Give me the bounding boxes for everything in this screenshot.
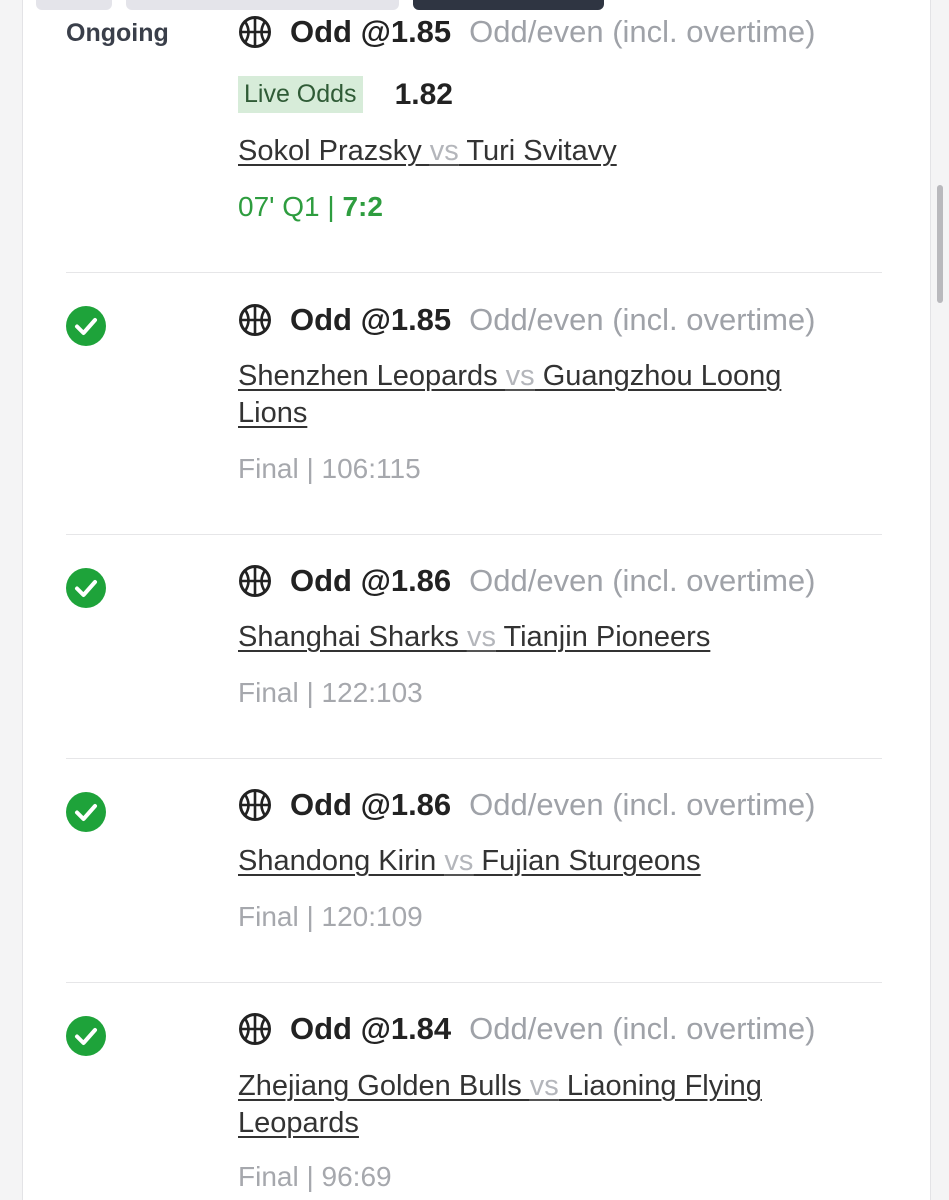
away-team[interactable]: Tianjin Pioneers	[496, 621, 710, 653]
market-name: Odd/even (incl. overtime)	[469, 14, 816, 49]
market-name: Odd/even (incl. overtime)	[469, 1011, 816, 1046]
check-circle-icon	[66, 568, 106, 608]
bet-row: Odd @1.86 Odd/even (incl. overtime) Shan…	[66, 535, 882, 758]
scrollbar-thumb[interactable]	[937, 185, 943, 303]
bet-header: Odd @1.86 Odd/even (incl. overtime)	[238, 787, 815, 823]
home-team[interactable]: Shandong Kirin	[238, 845, 444, 877]
odd-value: Odd @1.84	[290, 1011, 452, 1046]
live-score: 07' Q1 | 7:2	[238, 191, 383, 223]
home-team[interactable]: Shanghai Sharks	[238, 621, 467, 653]
market-name: Odd/even (incl. overtime)	[469, 302, 816, 337]
match-link[interactable]: Shanghai Sharks vs Tianjin Pioneers	[238, 619, 798, 656]
live-score-value: 7:2	[342, 191, 383, 222]
bet-row: Odd @1.85 Odd/even (incl. overtime) Shen…	[66, 273, 882, 534]
check-circle-icon	[66, 1016, 106, 1056]
bet-header: Odd @1.85 Odd/even (incl. overtime)	[238, 302, 815, 338]
basketball-icon	[239, 789, 271, 821]
match-link[interactable]: Shandong Kirin vs Fujian Sturgeons	[238, 843, 798, 880]
match-link[interactable]: Sokol Prazsky vs Turi Svitavy	[238, 133, 798, 170]
vs-separator: vs	[429, 135, 459, 167]
match-link[interactable]: Shenzhen Leopards vs Guangzhou Loong Lio…	[238, 358, 798, 432]
final-score: Final | 122:103	[238, 677, 423, 708]
odd-value: Odd @1.86	[290, 787, 452, 822]
scroll-track[interactable]	[930, 0, 949, 1200]
bet-header: Odd @1.86 Odd/even (incl. overtime)	[238, 563, 815, 599]
basketball-icon	[239, 1013, 271, 1045]
live-odds-row: Live Odds 1.82	[238, 76, 453, 113]
basketball-icon	[239, 304, 271, 336]
odd-value: Odd @1.86	[290, 563, 452, 598]
check-circle-icon	[66, 792, 106, 832]
status-ongoing-label: Ongoing	[66, 19, 169, 47]
vs-separator: vs	[505, 360, 535, 392]
away-team[interactable]: Fujian Sturgeons	[473, 845, 700, 877]
bet-header: Odd @1.84 Odd/even (incl. overtime)	[238, 1011, 815, 1047]
away-team[interactable]: Turi Svitavy	[459, 135, 616, 167]
odd-value: Odd @1.85	[290, 14, 452, 49]
basketball-icon	[239, 565, 271, 597]
vs-separator: vs	[529, 1070, 559, 1102]
vs-separator: vs	[444, 845, 474, 877]
bet-row: Odd @1.84 Odd/even (incl. overtime) Zhej…	[66, 983, 882, 1200]
bet-row-ongoing: Ongoing Odd @1.85 Odd/even (incl. overti…	[66, 0, 882, 272]
final-score: Final | 120:109	[238, 901, 423, 932]
live-odds-value: 1.82	[394, 77, 453, 111]
home-team[interactable]: Zhejiang Golden Bulls	[238, 1070, 530, 1102]
live-odds-badge: Live Odds	[238, 76, 363, 113]
market-name: Odd/even (incl. overtime)	[469, 787, 816, 822]
market-name: Odd/even (incl. overtime)	[469, 563, 816, 598]
bet-row: Odd @1.86 Odd/even (incl. overtime) Shan…	[66, 759, 882, 982]
match-link[interactable]: Zhejiang Golden Bulls vs Liaoning Flying…	[238, 1068, 798, 1142]
bet-header: Odd @1.85 Odd/even (incl. overtime)	[238, 14, 815, 50]
check-circle-icon	[66, 306, 106, 346]
live-clock: 07' Q1 |	[238, 191, 343, 222]
final-score: Final | 96:69	[238, 1161, 392, 1192]
home-team[interactable]: Shenzhen Leopards	[238, 360, 506, 392]
odd-value: Odd @1.85	[290, 302, 452, 337]
vs-separator: vs	[466, 621, 496, 653]
left-frame	[0, 0, 23, 1200]
final-score: Final | 106:115	[238, 453, 421, 484]
home-team[interactable]: Sokol Prazsky	[238, 135, 430, 167]
basketball-icon	[239, 16, 271, 48]
